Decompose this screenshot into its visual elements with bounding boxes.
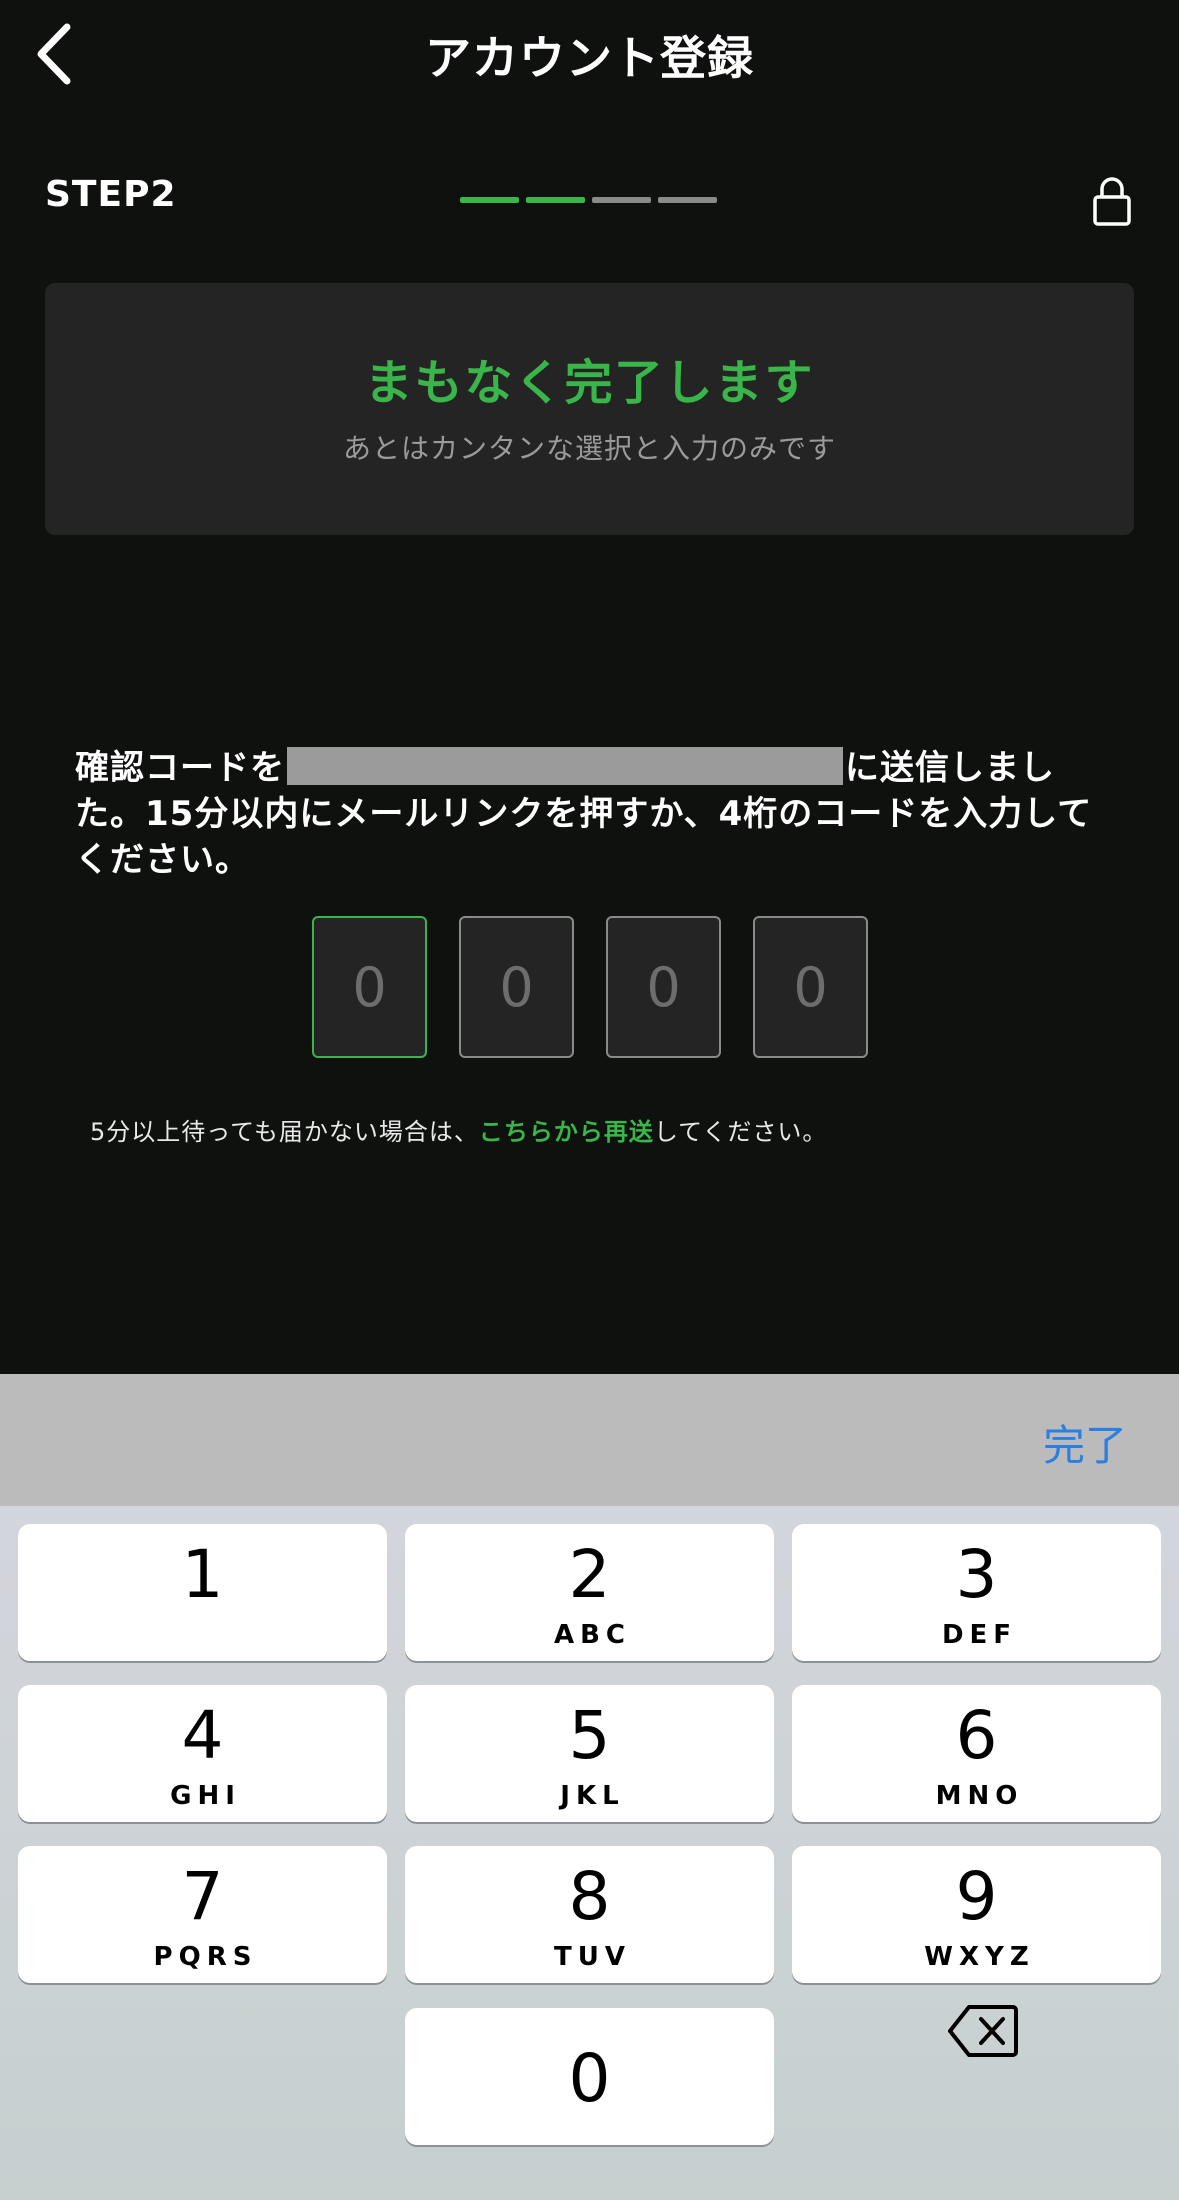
resend-link[interactable]: こちらから再送 xyxy=(479,1118,654,1146)
key-number: 2 xyxy=(568,1536,611,1613)
key-7[interactable]: 7 PQRS xyxy=(18,1846,387,1983)
key-letters: PQRS xyxy=(153,1942,258,1972)
message-before: 確認コードを xyxy=(75,748,285,788)
code-placeholder: 0 xyxy=(499,955,534,1019)
key-number: 0 xyxy=(568,2040,611,2117)
key-number: 3 xyxy=(955,1536,998,1613)
code-placeholder: 0 xyxy=(352,955,387,1019)
key-letters: MNO xyxy=(935,1781,1024,1811)
lock-icon xyxy=(1093,177,1131,226)
progress-bar xyxy=(460,197,717,203)
verification-message: 確認コードを に送信しました。15分以内にメールリンクを押すか、4桁のコードを入力… xyxy=(75,745,1115,883)
step-label: STEP2 xyxy=(45,174,177,215)
step-indicator: STEP2 xyxy=(0,160,1179,240)
key-8[interactable]: 8 TUV xyxy=(405,1846,774,1983)
key-number: 1 xyxy=(181,1536,224,1613)
page-title: アカウント登録 xyxy=(425,31,754,85)
banner-subtitle: あとはカンタンな選択と入力のみです xyxy=(342,432,836,465)
key-0[interactable]: 0 xyxy=(405,2008,774,2145)
key-number: 5 xyxy=(568,1697,611,1774)
banner-title: まもなく完了します xyxy=(364,355,815,411)
key-5[interactable]: 5 JKL xyxy=(405,1685,774,1822)
code-input-group: 0 0 0 0 xyxy=(312,916,868,1058)
key-number: 8 xyxy=(568,1858,611,1935)
code-digit-4[interactable]: 0 xyxy=(753,916,868,1058)
key-letters: ABC xyxy=(553,1620,632,1650)
delete-key[interactable] xyxy=(798,1962,1167,2099)
code-digit-1[interactable]: 0 xyxy=(312,916,427,1058)
key-number: 6 xyxy=(955,1697,998,1774)
progress-segment xyxy=(460,197,519,203)
resend-after: してください。 xyxy=(653,1118,828,1146)
key-3[interactable]: 3 DEF xyxy=(792,1524,1161,1661)
done-button[interactable]: 完了 xyxy=(1043,1412,1127,1473)
progress-segment xyxy=(592,197,651,203)
key-number: 9 xyxy=(955,1858,998,1935)
key-1[interactable]: 1 xyxy=(18,1524,387,1661)
redacted-email xyxy=(287,747,843,785)
progress-segment xyxy=(658,197,717,203)
info-banner: まもなく完了します あとはカンタンな選択と入力のみです xyxy=(45,283,1134,535)
key-2[interactable]: 2 ABC xyxy=(405,1524,774,1661)
code-digit-3[interactable]: 0 xyxy=(606,916,721,1058)
key-4[interactable]: 4 GHI xyxy=(18,1685,387,1822)
keyboard-toolbar: 完了 xyxy=(0,1374,1179,1506)
resend-before: 5分以上待っても届かない場合は、 xyxy=(90,1118,479,1146)
progress-segment xyxy=(526,197,585,203)
navigation-bar: アカウント登録 xyxy=(0,0,1179,110)
resend-note: 5分以上待っても届かない場合は、こちらから再送してください。 xyxy=(90,1112,827,1147)
code-digit-2[interactable]: 0 xyxy=(459,916,574,1058)
key-letters: GHI xyxy=(170,1781,241,1811)
key-number: 7 xyxy=(181,1858,224,1935)
screen: アカウント登録 STEP2 まもなく完了します あとはカンタンな選択と入力のみで… xyxy=(0,0,1179,1374)
key-letters: TUV xyxy=(554,1942,631,1972)
key-number: 4 xyxy=(181,1697,224,1774)
code-placeholder: 0 xyxy=(793,955,828,1019)
key-6[interactable]: 6 MNO xyxy=(792,1685,1161,1822)
backspace-icon xyxy=(947,2004,1018,2057)
key-letters: JKL xyxy=(560,1781,625,1811)
code-placeholder: 0 xyxy=(646,955,681,1019)
key-letters: DEF xyxy=(941,1620,1018,1650)
